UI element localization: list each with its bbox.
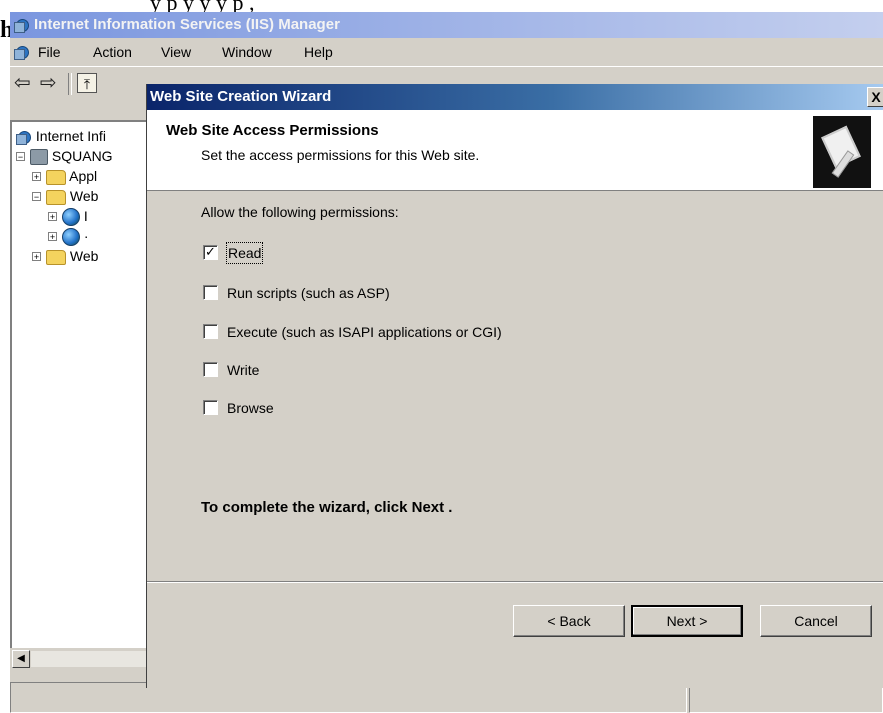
scroll-left-icon[interactable]: ◀ [12, 650, 30, 668]
toolbar-separator [68, 73, 72, 95]
wizard-page-icon [813, 116, 871, 188]
folder-icon [46, 249, 66, 265]
expand-icon[interactable]: + [32, 252, 41, 262]
tree-item-web-sites[interactable]: − Web [32, 186, 158, 206]
iis-app-icon [14, 17, 30, 33]
globe-icon [62, 208, 80, 227]
web-site-creation-wizard: Web Site Creation Wizard X Web Site Acce… [146, 84, 883, 688]
tree-item-site-2[interactable]: + · [48, 226, 158, 247]
write-label: Write [227, 362, 260, 378]
cancel-button[interactable]: Cancel [760, 605, 872, 637]
tree-root-item[interactable]: Internet Infi [16, 126, 106, 146]
wizard-heading: Web Site Access Permissions [166, 122, 379, 139]
tree-item-app-pools[interactable]: + Appl [32, 166, 158, 186]
menu-action[interactable]: Action [93, 44, 132, 60]
menu-bar: File Action View Window Help [10, 38, 883, 66]
menu-window[interactable]: Window [222, 44, 272, 60]
wizard-titlebar[interactable]: Web Site Creation Wizard X [147, 84, 883, 110]
close-icon[interactable]: X [867, 87, 883, 107]
console-tree: Internet Infi − SQUANG + Appl − Web + I … [10, 120, 158, 648]
globe-icon [62, 228, 80, 247]
run-scripts-label: Run scripts (such as ASP) [227, 285, 390, 301]
expand-icon[interactable]: + [48, 212, 57, 222]
run-scripts-checkbox[interactable] [203, 285, 218, 300]
expand-icon[interactable]: + [48, 232, 57, 242]
collapse-icon[interactable]: − [32, 192, 41, 202]
finish-instruction: To complete the wizard, click Next . [201, 499, 453, 516]
next-button[interactable]: Next > [631, 605, 743, 637]
read-label: Read [225, 242, 264, 264]
iis-root-icon [16, 129, 32, 146]
write-checkbox[interactable] [203, 362, 218, 377]
up-one-level-icon[interactable]: ⤒ [77, 73, 97, 93]
main-window-title: Internet Information Services (IIS) Mana… [34, 16, 340, 33]
menu-view[interactable]: View [161, 44, 191, 60]
tree-item-label: Appl [69, 168, 98, 184]
expand-icon[interactable]: + [32, 172, 41, 182]
wizard-title: Web Site Creation Wizard [150, 88, 332, 105]
collapse-icon[interactable]: − [16, 152, 25, 162]
execute-checkbox[interactable] [203, 324, 218, 339]
browse-checkbox[interactable] [203, 400, 218, 415]
system-menu-icon[interactable] [14, 44, 30, 60]
tree-item-web-service-ext[interactable]: + Web [32, 246, 158, 266]
tree-item-label: Web [69, 248, 99, 264]
browse-label: Browse [227, 400, 274, 416]
tree-root-label: Internet Infi [35, 128, 106, 144]
execute-label: Execute (such as ISAPI applications or C… [227, 324, 502, 340]
folder-icon [46, 189, 66, 205]
tree-item-label: · [83, 228, 89, 244]
folder-icon [46, 169, 66, 185]
read-checkbox[interactable]: ✓ [203, 245, 218, 260]
tree-server-label: SQUANG [51, 148, 113, 164]
wizard-subheading: Set the access permissions for this Web … [201, 147, 480, 163]
background-document-glyph: h [0, 16, 10, 44]
forward-arrow-icon[interactable]: ⇨ [40, 73, 57, 93]
wizard-body: Allow the following permissions: ✓ Read … [147, 191, 883, 583]
tree-item-label: I [83, 208, 88, 224]
menu-help[interactable]: Help [304, 44, 333, 60]
wizard-header: Web Site Access Permissions Set the acce… [147, 110, 883, 191]
back-arrow-icon[interactable]: ⇦ [14, 73, 31, 93]
back-button[interactable]: < Back [513, 605, 625, 637]
wizard-divider [147, 581, 883, 583]
permissions-intro: Allow the following permissions: [201, 204, 399, 220]
tree-item-site-1[interactable]: + I [48, 206, 158, 227]
server-icon [30, 149, 48, 166]
tree-item-label: Web [69, 188, 99, 204]
main-titlebar[interactable]: Internet Information Services (IIS) Mana… [10, 12, 883, 38]
menu-file[interactable]: File [38, 44, 61, 60]
